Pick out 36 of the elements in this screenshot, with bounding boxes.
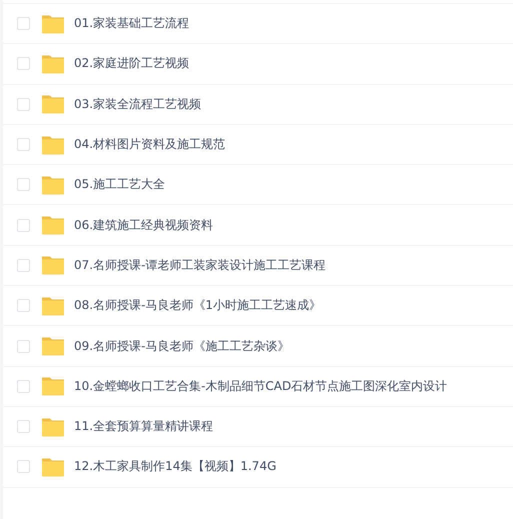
folder-name[interactable]: 12.木工家具制作14集【视频】1.74G [74,458,276,476]
checkbox[interactable] [17,218,30,232]
checkbox[interactable] [17,98,30,111]
checkbox[interactable] [17,138,30,152]
checkbox[interactable] [17,299,30,312]
folder-icon [41,255,65,276]
folder-name[interactable]: 07.名师授课-谭老师工装家装设计施工工艺课程 [74,256,326,274]
folder-icon [41,215,65,236]
folder-icon [41,14,65,34]
checkbox[interactable] [17,17,30,30]
folder-name[interactable]: 08.名师授课-马良老师《1小时施工工艺速成》 [74,297,322,314]
checkbox[interactable] [17,460,30,474]
folder-icon [41,174,65,195]
folder-icon [41,456,65,477]
folder-name[interactable]: 05.施工工艺大全 [74,176,166,194]
folder-name[interactable]: 02.家庭进阶工艺视频 [74,55,190,72]
checkbox[interactable] [17,178,30,192]
folder-name[interactable]: 04.材料图片资料及施工规范 [74,136,226,154]
folder-name[interactable]: 11.全套预算算量精讲课程 [74,418,214,436]
folder-icon [41,376,65,396]
folder-icon [41,54,65,74]
folder-name[interactable]: 01.家装基础工艺流程 [74,15,190,32]
folder-icon [41,296,65,316]
checkbox[interactable] [17,57,30,70]
checkbox[interactable] [17,420,30,434]
folder-name[interactable]: 09.名师授课-马良老师《施工工艺杂谈》 [74,338,290,355]
folder-name[interactable]: 03.家装全流程工艺视频 [74,96,202,113]
folder-icon [41,134,65,155]
checkbox[interactable] [17,380,30,393]
checkbox[interactable] [17,340,30,353]
folder-name[interactable]: 10.金螳螂收口工艺合集-木制品细节CAD石材节点施工图深化室内设计 [74,378,448,395]
folder-icon [41,94,65,114]
folder-name[interactable]: 06.建筑施工经典视频资料 [74,216,214,234]
folder-icon [41,336,65,356]
checkbox[interactable] [17,258,30,272]
folder-icon [41,416,65,437]
